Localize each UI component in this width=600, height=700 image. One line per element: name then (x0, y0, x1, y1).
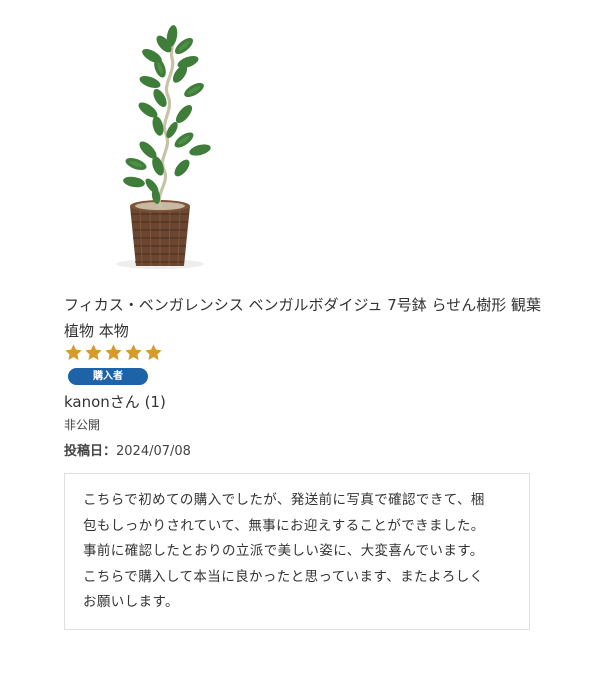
reviewer-name[interactable]: kanonさん (1) (64, 391, 166, 412)
star-icon (85, 344, 102, 360)
product-image (116, 25, 211, 269)
product-title[interactable]: フィカス・ベンガレンシス ベンガルボダイジュ 7号鉢 らせん樹形 観葉植物 本物 (64, 292, 544, 344)
reviewer-age: 非公開 (64, 418, 101, 432)
star-rating (64, 343, 163, 362)
star-icon (65, 344, 82, 360)
post-date: 投稿日：2024/07/08 (64, 440, 191, 459)
star-icon (145, 344, 162, 360)
review-body-box: こちらで初めての購入でしたが、発送前に写真で確認できて、梱 包もしっかりされてい… (64, 473, 530, 630)
buyer-badge: 購入者 (68, 368, 148, 385)
star-icon (105, 344, 122, 360)
review-body: こちらで初めての購入でしたが、発送前に写真で確認できて、梱 包もしっかりされてい… (83, 492, 485, 610)
star-icon (125, 344, 142, 360)
post-date-label: 投稿日： (64, 444, 117, 459)
post-date-value: 2024/07/08 (116, 444, 191, 459)
